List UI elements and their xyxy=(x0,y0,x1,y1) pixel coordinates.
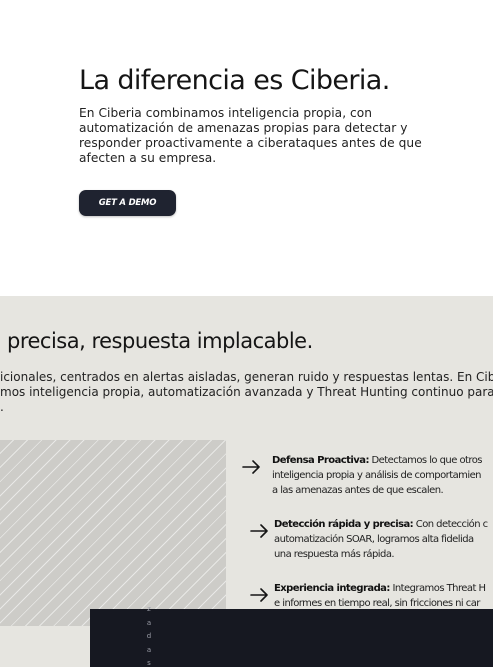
hero-title: La diferencia es Ciberia. xyxy=(79,65,390,96)
page: La diferencia es Ciberia. En Ciberia com… xyxy=(0,0,493,667)
feature-text: Experiencia integrada: Integramos Threat… xyxy=(274,581,493,611)
feature-line: a las amenazas antes de que escalen. xyxy=(272,485,444,496)
vertical-letter: s xyxy=(147,659,151,667)
vertical-text: z a d a s xyxy=(145,603,153,667)
section-description: icionales, centrados en alertas aisladas… xyxy=(0,370,493,415)
feature-line: inteligencia propia y análisis de compor… xyxy=(272,470,482,481)
arrow-right-icon xyxy=(250,524,268,538)
feature-first-line: Detección rápida y precisa: Con detecció… xyxy=(274,517,493,532)
feature-first-line: Experiencia integrada: Integramos Threat… xyxy=(274,581,493,596)
feature-line: Con detección c xyxy=(413,519,488,530)
section-description-line: icionales, centrados en alertas aisladas… xyxy=(0,370,493,384)
feature-title: Defensa Proactiva: xyxy=(272,455,369,466)
illustration-placeholder xyxy=(0,440,226,626)
vertical-letter: d xyxy=(146,632,152,640)
feature-title: Detección rápida y precisa: xyxy=(274,519,414,530)
vertical-letter: a xyxy=(146,645,152,654)
vertical-letter: z xyxy=(147,605,151,613)
feature-first-line: Defensa Proactiva: Detectamos lo que otr… xyxy=(272,453,493,468)
vertical-letter: a xyxy=(146,618,152,627)
arrow-right-icon xyxy=(242,460,260,474)
feature-text: Detección rápida y precisa: Con detecció… xyxy=(274,517,493,562)
hero-section: La diferencia es Ciberia. En Ciberia com… xyxy=(0,0,493,296)
section-description-line: mos inteligencia propia, automatización … xyxy=(0,385,493,399)
section-title: precisa, respuesta implacable. xyxy=(7,329,313,353)
feature-line: una respuesta más rápida. xyxy=(274,549,395,560)
section-description-line: . xyxy=(0,400,4,414)
get-a-demo-button[interactable]: GET A DEMO xyxy=(79,190,176,216)
feature-title: Experiencia integrada: xyxy=(274,583,390,594)
feature-line: automatización SOAR, logramos alta fidel… xyxy=(274,534,474,545)
feature-line: Detectamos lo que otros xyxy=(368,455,483,466)
feature-text: Defensa Proactiva: Detectamos lo que otr… xyxy=(272,453,493,498)
hero-description: En Ciberia combinamos inteligencia propi… xyxy=(79,106,422,165)
arrow-right-icon xyxy=(250,588,268,602)
feature-line: Integramos Threat H xyxy=(389,583,486,594)
